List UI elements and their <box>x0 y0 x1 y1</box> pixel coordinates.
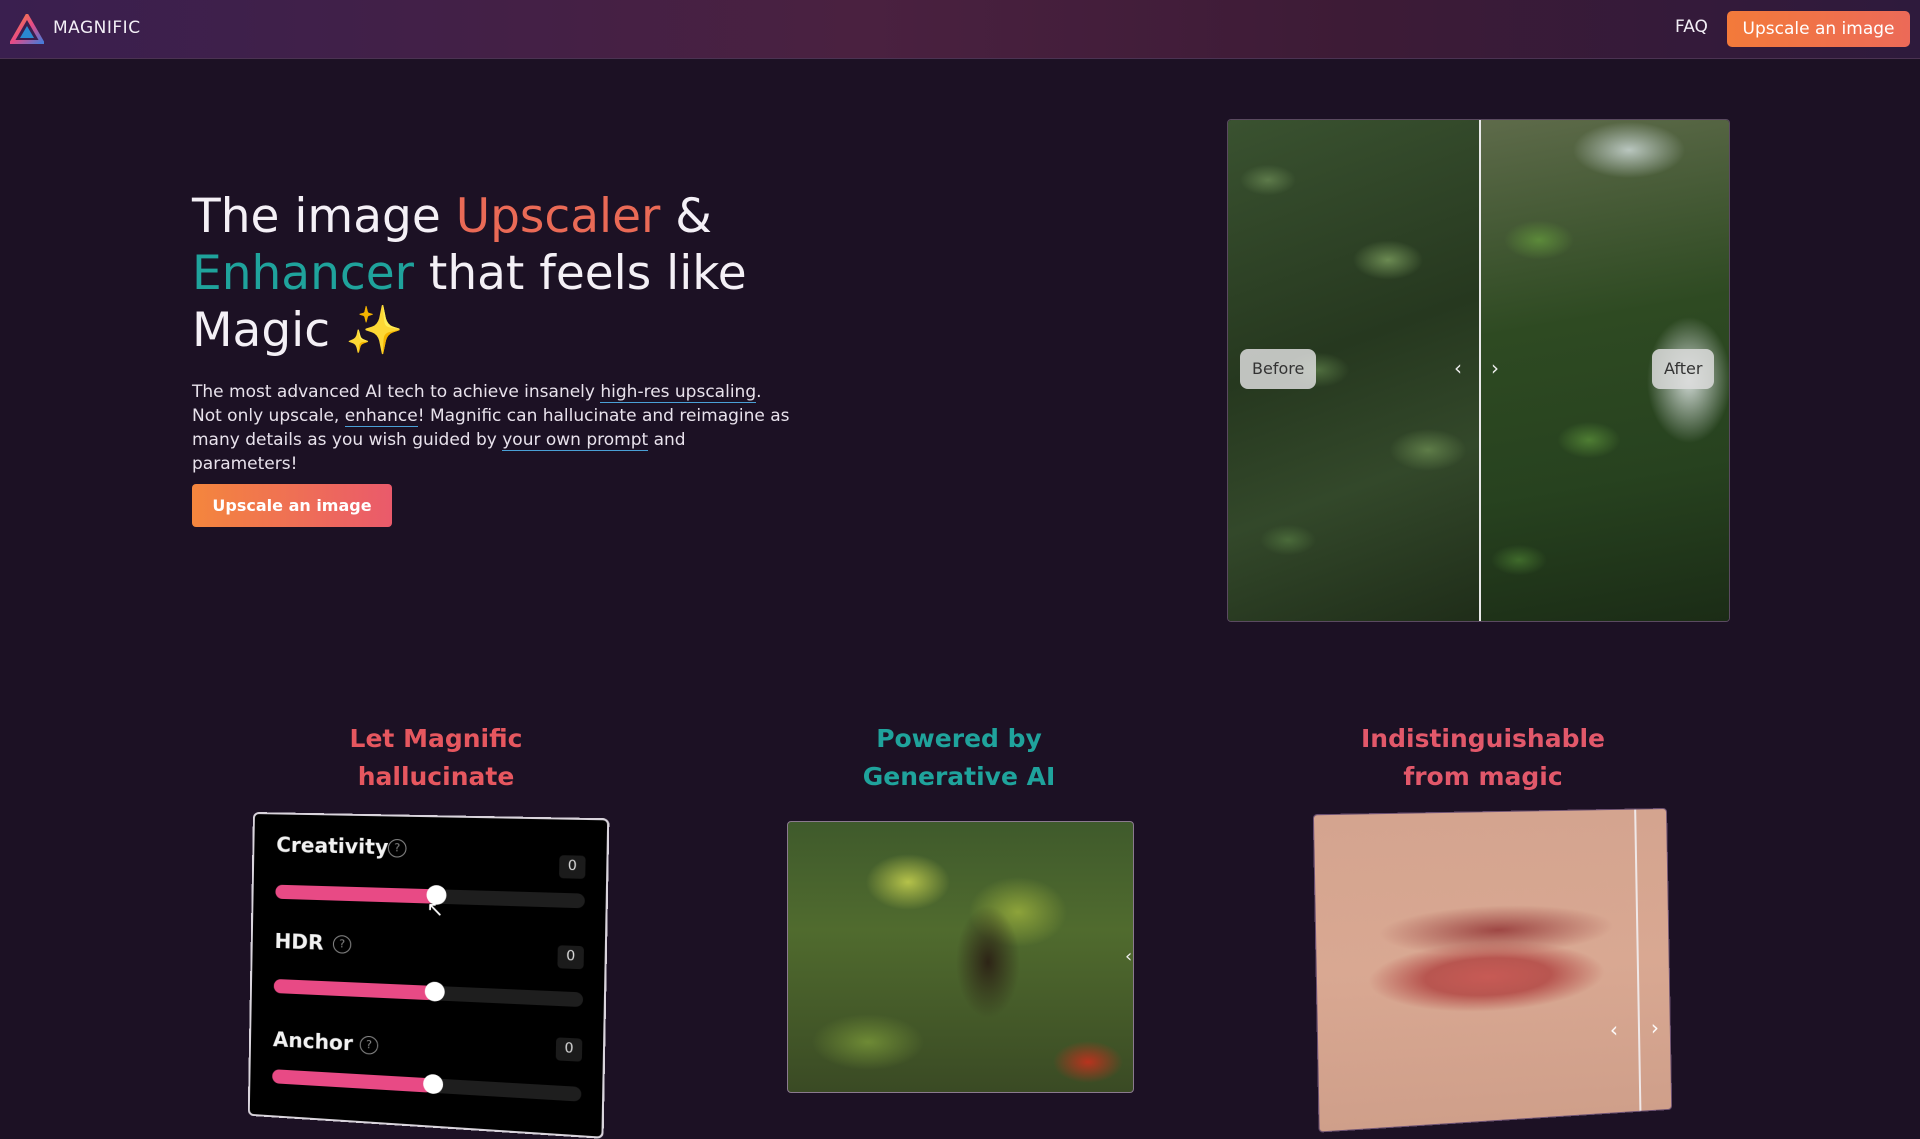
hero-desc-text-1: The most advanced AI tech to achieve ins… <box>192 382 601 402</box>
hero-description: The most advanced AI tech to achieve ins… <box>192 380 792 476</box>
hero-title-part3: Magic <box>192 303 346 358</box>
comparison-divider-handle[interactable] <box>1634 809 1642 1111</box>
slider-fill <box>272 1069 433 1093</box>
feature-title-line: from magic <box>1403 762 1563 791</box>
hdr-slider[interactable] <box>273 978 584 1008</box>
upscale-image-button-header[interactable]: Upscale an image <box>1727 11 1910 47</box>
anchor-label: Anchor <box>272 1027 354 1056</box>
faq-link[interactable]: FAQ <box>1675 17 1708 37</box>
feature-title-line: Generative AI <box>862 762 1056 791</box>
generative-ai-forest-image: ‹ <box>787 821 1134 1093</box>
feature-title-magic: Indistinguishable from magic <box>1333 720 1633 796</box>
top-navbar: MAGNIFIC FAQ Upscale an image <box>0 0 1920 59</box>
slider-settings-panel: Creativity ? 0 ↖ HDR ? 0 Anchor ? 0 <box>247 812 610 1139</box>
hero-title: The image Upscaler & Enhancer that feels … <box>192 188 812 359</box>
chevron-right-icon[interactable]: › <box>1651 1015 1659 1039</box>
creativity-value[interactable]: 0 <box>559 855 586 879</box>
sparkle-icon: ✨ <box>345 303 404 358</box>
feature-title-line: Let Magnific <box>349 724 523 753</box>
help-icon[interactable]: ? <box>359 1035 379 1055</box>
feature-title-line: hallucinate <box>357 762 515 791</box>
hero-title-part2: that feels like <box>413 246 747 301</box>
feature-title-generative-ai: Powered by Generative AI <box>809 720 1109 796</box>
feature-title-line: Powered by <box>876 724 1042 753</box>
brand-name[interactable]: MAGNIFIC <box>53 18 141 38</box>
high-res-upscaling-link[interactable]: high-res upscaling <box>600 382 757 403</box>
enhance-link[interactable]: enhance <box>344 406 418 427</box>
hdr-value[interactable]: 0 <box>557 945 584 970</box>
hero-title-upscaler: Upscaler <box>455 189 661 244</box>
mouse-cursor-icon: ↖ <box>426 896 445 922</box>
anchor-slider[interactable] <box>272 1069 582 1102</box>
feature-title-line: Indistinguishable <box>1361 724 1605 753</box>
lips-comparison-image[interactable]: ‹ › <box>1312 808 1673 1133</box>
anchor-value[interactable]: 0 <box>555 1037 583 1062</box>
upscale-image-button-hero[interactable]: Upscale an image <box>192 484 392 527</box>
creativity-label: Creativity <box>276 832 389 860</box>
hero-title-part1: The image <box>192 189 456 244</box>
hero-title-enhancer: Enhancer <box>192 246 414 301</box>
before-after-comparison[interactable]: Before After ‹ › <box>1227 119 1730 622</box>
chevron-left-icon[interactable]: ‹ <box>1610 1017 1618 1042</box>
comparison-divider-handle[interactable] <box>1479 120 1481 621</box>
feature-title-hallucinate: Let Magnific hallucinate <box>286 720 586 796</box>
your-own-prompt-link[interactable]: your own prompt <box>502 430 649 451</box>
chevron-left-icon[interactable]: ‹ <box>1125 946 1132 967</box>
slider-fill <box>275 884 436 904</box>
after-label: After <box>1652 349 1715 389</box>
slider-knob[interactable] <box>424 981 445 1002</box>
chevron-right-icon[interactable]: › <box>1491 356 1499 380</box>
slider-fill <box>273 978 435 1001</box>
magnific-logo-icon[interactable] <box>10 14 44 44</box>
before-label: Before <box>1240 349 1317 389</box>
slider-knob[interactable] <box>422 1073 444 1095</box>
hero-title-amp: & <box>660 189 712 244</box>
help-icon[interactable]: ? <box>387 838 407 858</box>
help-icon[interactable]: ? <box>332 934 352 954</box>
chevron-left-icon[interactable]: ‹ <box>1454 356 1462 380</box>
hdr-label: HDR <box>274 928 324 955</box>
